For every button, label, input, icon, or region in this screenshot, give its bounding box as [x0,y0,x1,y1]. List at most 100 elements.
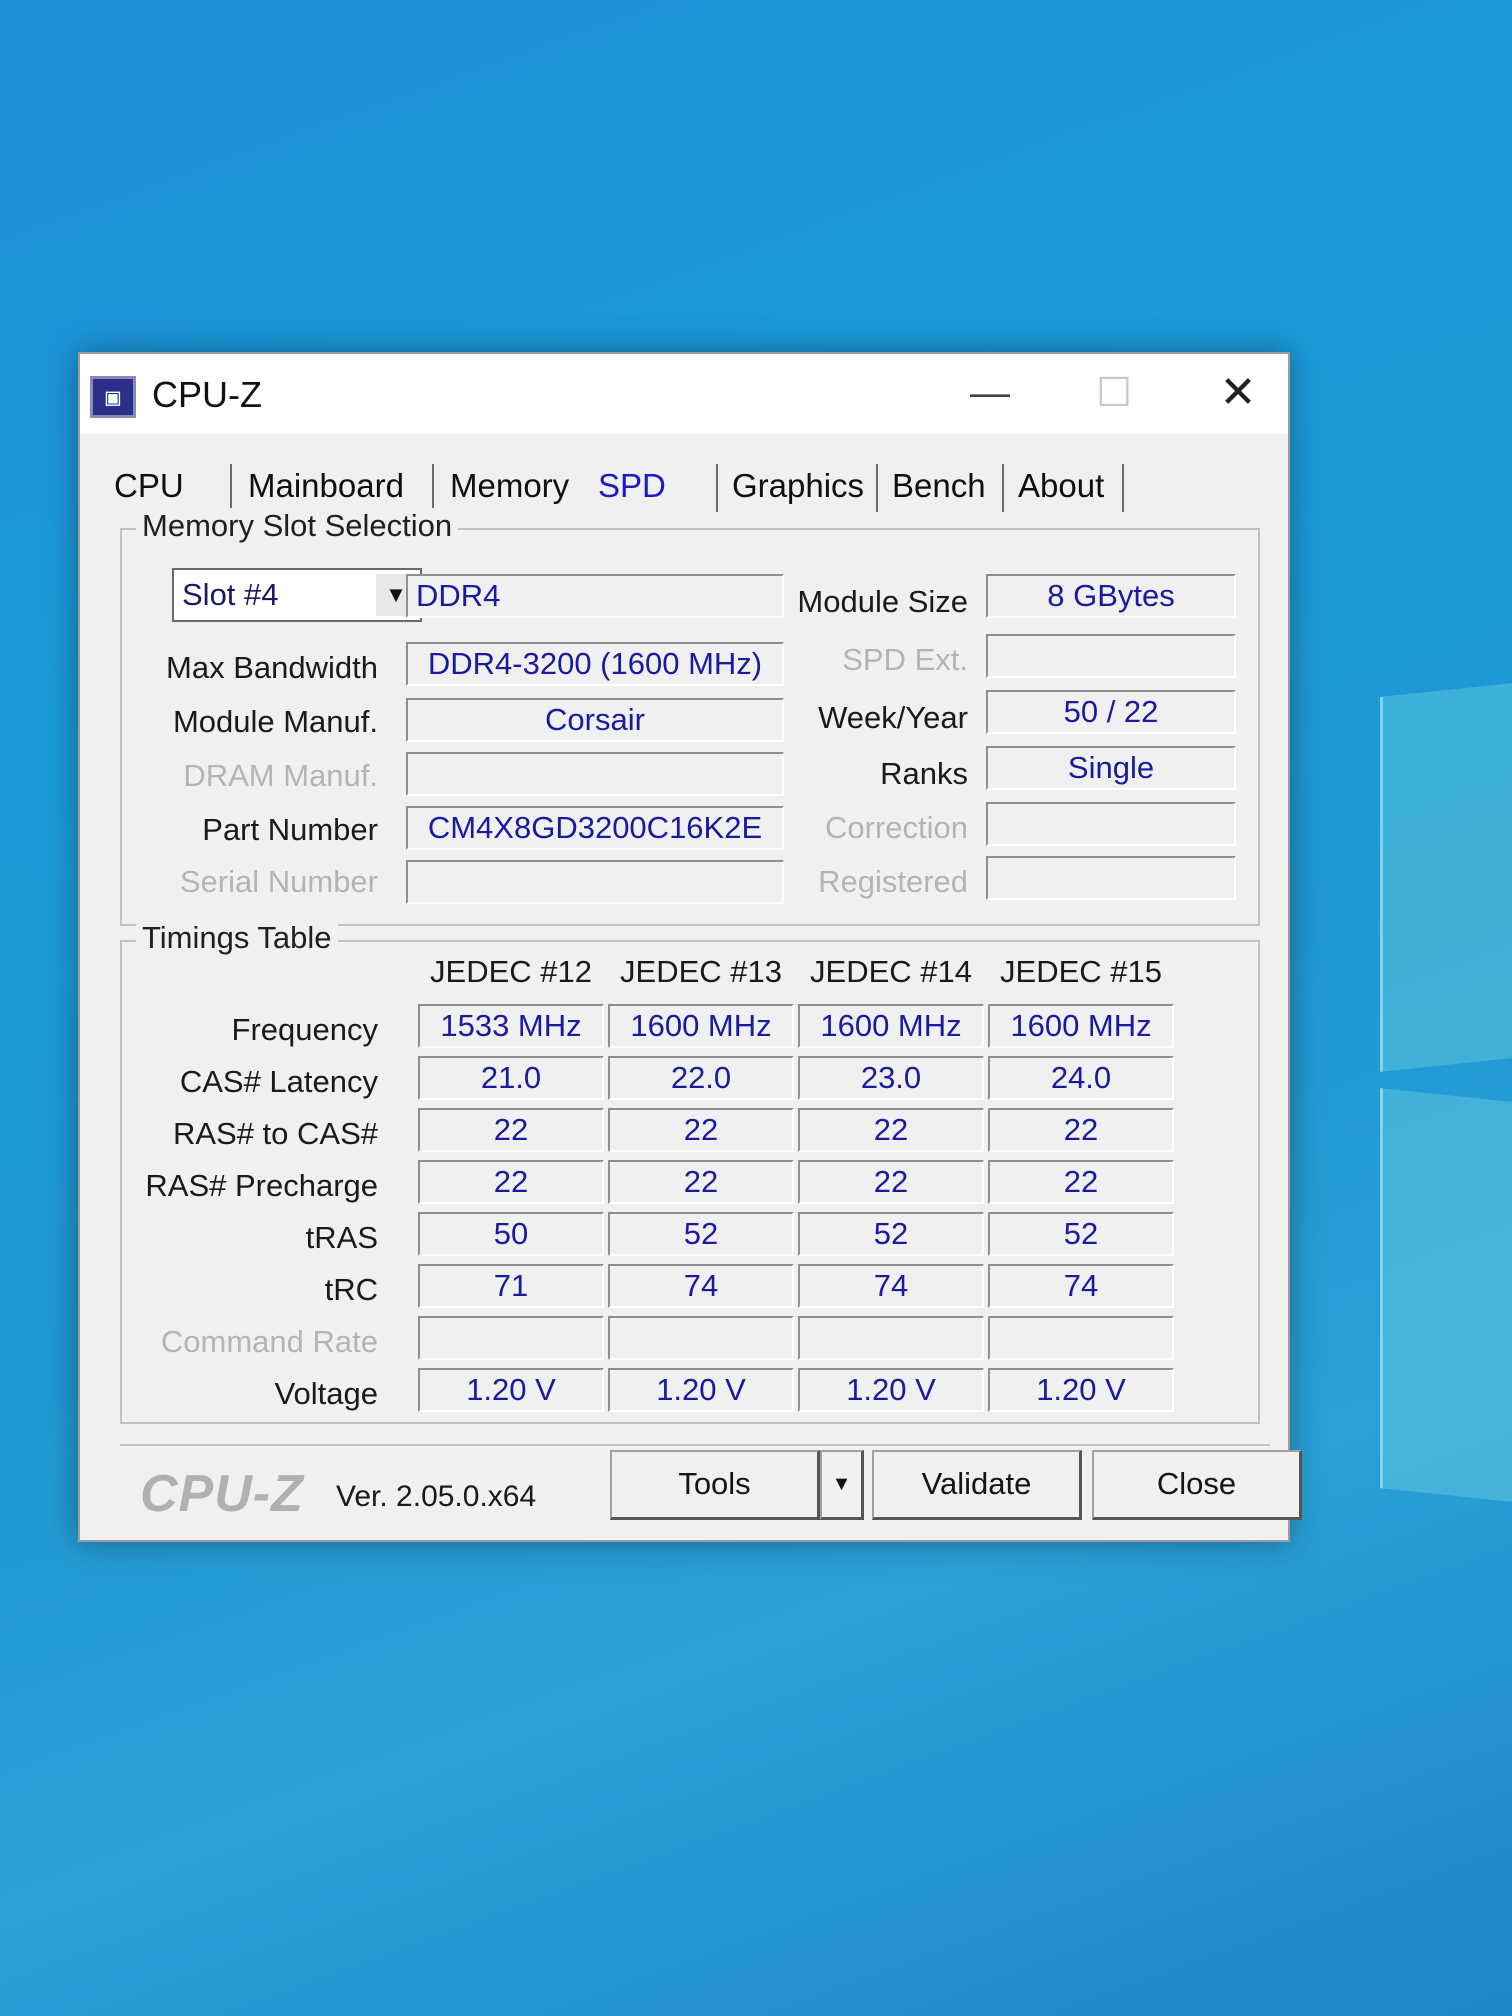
slot-select[interactable]: Slot #4 ▼ [172,568,422,622]
spd-ext-label: SPD Ext. [842,642,968,677]
timing-row-label: tRAS [305,1220,378,1255]
window-title: CPU-Z [152,374,262,415]
timing-cell: 22.0 [608,1056,794,1100]
timing-cell: 22 [988,1108,1174,1152]
timing-row-label: RAS# to CAS# [172,1116,378,1151]
timings-column-header: JEDEC #14 [810,954,972,989]
timing-row-label: tRC [324,1272,378,1307]
version-label: Ver. 2.05.0.x64 [336,1480,537,1513]
title-bar[interactable]: ▣ CPU-Z — ☐ ✕ [80,354,1288,434]
tab-spd[interactable]: SPD [590,458,674,514]
tab-separator [1002,464,1004,512]
cpuz-app-icon: ▣ [90,376,136,418]
module-size-label: Module Size [797,584,968,619]
cpuz-brand-logo: CPU-Z [140,1465,304,1523]
tab-separator [432,464,434,512]
tab-separator [230,464,232,512]
timing-cell: 74 [988,1264,1174,1308]
registered-value [986,856,1236,900]
timing-cell [418,1316,604,1360]
desktop-logo-pane-bottom [1380,1088,1512,1502]
correction-value [986,802,1236,846]
timing-cell: 1600 MHz [988,1004,1174,1048]
timing-cell: 1600 MHz [798,1004,984,1048]
tab-bar: CPU Mainboard Memory SPD Graphics Bench … [106,458,1266,514]
timing-cell [608,1316,794,1360]
timing-cell: 50 [418,1212,604,1256]
validate-button[interactable]: Validate [872,1450,1082,1520]
minimize-button[interactable]: — [950,364,1030,424]
tools-dropdown-arrow-icon[interactable]: ▼ [820,1450,864,1520]
tab-mainboard[interactable]: Mainboard [240,458,412,514]
timing-cell: 71 [418,1264,604,1308]
timing-row-label: Voltage [274,1376,378,1411]
ranks-value: Single [986,746,1236,790]
registered-label: Registered [818,864,968,899]
timings-table-title: Timings Table [136,920,338,956]
timing-cell: 22 [608,1108,794,1152]
max-bandwidth-value: DDR4-3200 (1600 MHz) [406,642,784,686]
tab-separator [716,464,718,512]
memory-type-field: DDR4 [406,574,784,618]
slot-select-value: Slot #4 [182,577,279,612]
timing-cell: 22 [988,1160,1174,1204]
timing-row-label: RAS# Precharge [145,1168,378,1203]
timing-cell: 1.20 V [418,1368,604,1412]
timing-cell: 1.20 V [608,1368,794,1412]
timings-column-header: JEDEC #13 [620,954,782,989]
timing-cell: 22 [608,1160,794,1204]
max-bandwidth-label: Max Bandwidth [166,650,378,685]
tab-cpu[interactable]: CPU [106,458,192,514]
close-button[interactable]: Close [1092,1450,1302,1520]
correction-label: Correction [825,810,968,845]
timing-cell: 1600 MHz [608,1004,794,1048]
timing-cell: 1.20 V [988,1368,1174,1412]
serial-number-value [406,860,784,904]
timing-row-label: CAS# Latency [179,1064,378,1099]
week-year-label: Week/Year [818,700,968,735]
maximize-button[interactable]: ☐ [1074,364,1154,424]
tab-about[interactable]: About [1010,458,1112,514]
tab-memory[interactable]: Memory [442,458,577,514]
timing-row-label: Frequency [231,1012,378,1047]
timing-cell: 74 [608,1264,794,1308]
timings-column-header: JEDEC #12 [430,954,592,989]
timings-column-header: JEDEC #15 [1000,954,1162,989]
timing-cell: 74 [798,1264,984,1308]
part-number-value: CM4X8GD3200C16K2E [406,806,784,850]
timing-cell [988,1316,1174,1360]
module-manuf-label: Module Manuf. [172,704,378,739]
serial-number-label: Serial Number [179,864,378,899]
desktop-logo-pane-top [1380,683,1512,1072]
timing-cell: 1.20 V [798,1368,984,1412]
memory-slot-group-title: Memory Slot Selection [136,508,459,544]
timing-cell: 23.0 [798,1056,984,1100]
week-year-value: 50 / 22 [986,690,1236,734]
tab-graphics[interactable]: Graphics [724,458,872,514]
footer-bar: CPU-Z Ver. 2.05.0.x64 Tools ▼ Validate C… [120,1444,1302,1530]
timing-row-label: Command Rate [160,1324,378,1359]
timing-cell: 1533 MHz [418,1004,604,1048]
part-number-label: Part Number [202,812,378,847]
dram-manuf-value [406,752,784,796]
memory-slot-group: Memory Slot Selection Slot #4 ▼ DDR4 Max… [120,508,1260,926]
tab-bench[interactable]: Bench [884,458,994,514]
timing-cell: 52 [988,1212,1174,1256]
close-window-button[interactable]: ✕ [1198,364,1278,424]
spd-ext-value [986,634,1236,678]
tab-separator [876,464,878,512]
ranks-label: Ranks [880,756,968,791]
timing-cell: 22 [798,1108,984,1152]
timing-cell: 22 [418,1160,604,1204]
module-manuf-value: Corsair [406,698,784,742]
module-size-value: 8 GBytes [986,574,1236,618]
timing-cell: 52 [798,1212,984,1256]
tools-button[interactable]: Tools [610,1450,820,1520]
timing-cell [798,1316,984,1360]
timings-table-group: Timings Table JEDEC #12 JEDEC #13 JEDEC … [120,920,1260,1424]
timing-cell: 24.0 [988,1056,1174,1100]
cpuz-window: ▣ CPU-Z — ☐ ✕ CPU Mainboard Memory SPD G… [78,352,1302,1542]
timing-cell: 22 [418,1108,604,1152]
dram-manuf-label: DRAM Manuf. [183,758,378,793]
timing-cell: 22 [798,1160,984,1204]
